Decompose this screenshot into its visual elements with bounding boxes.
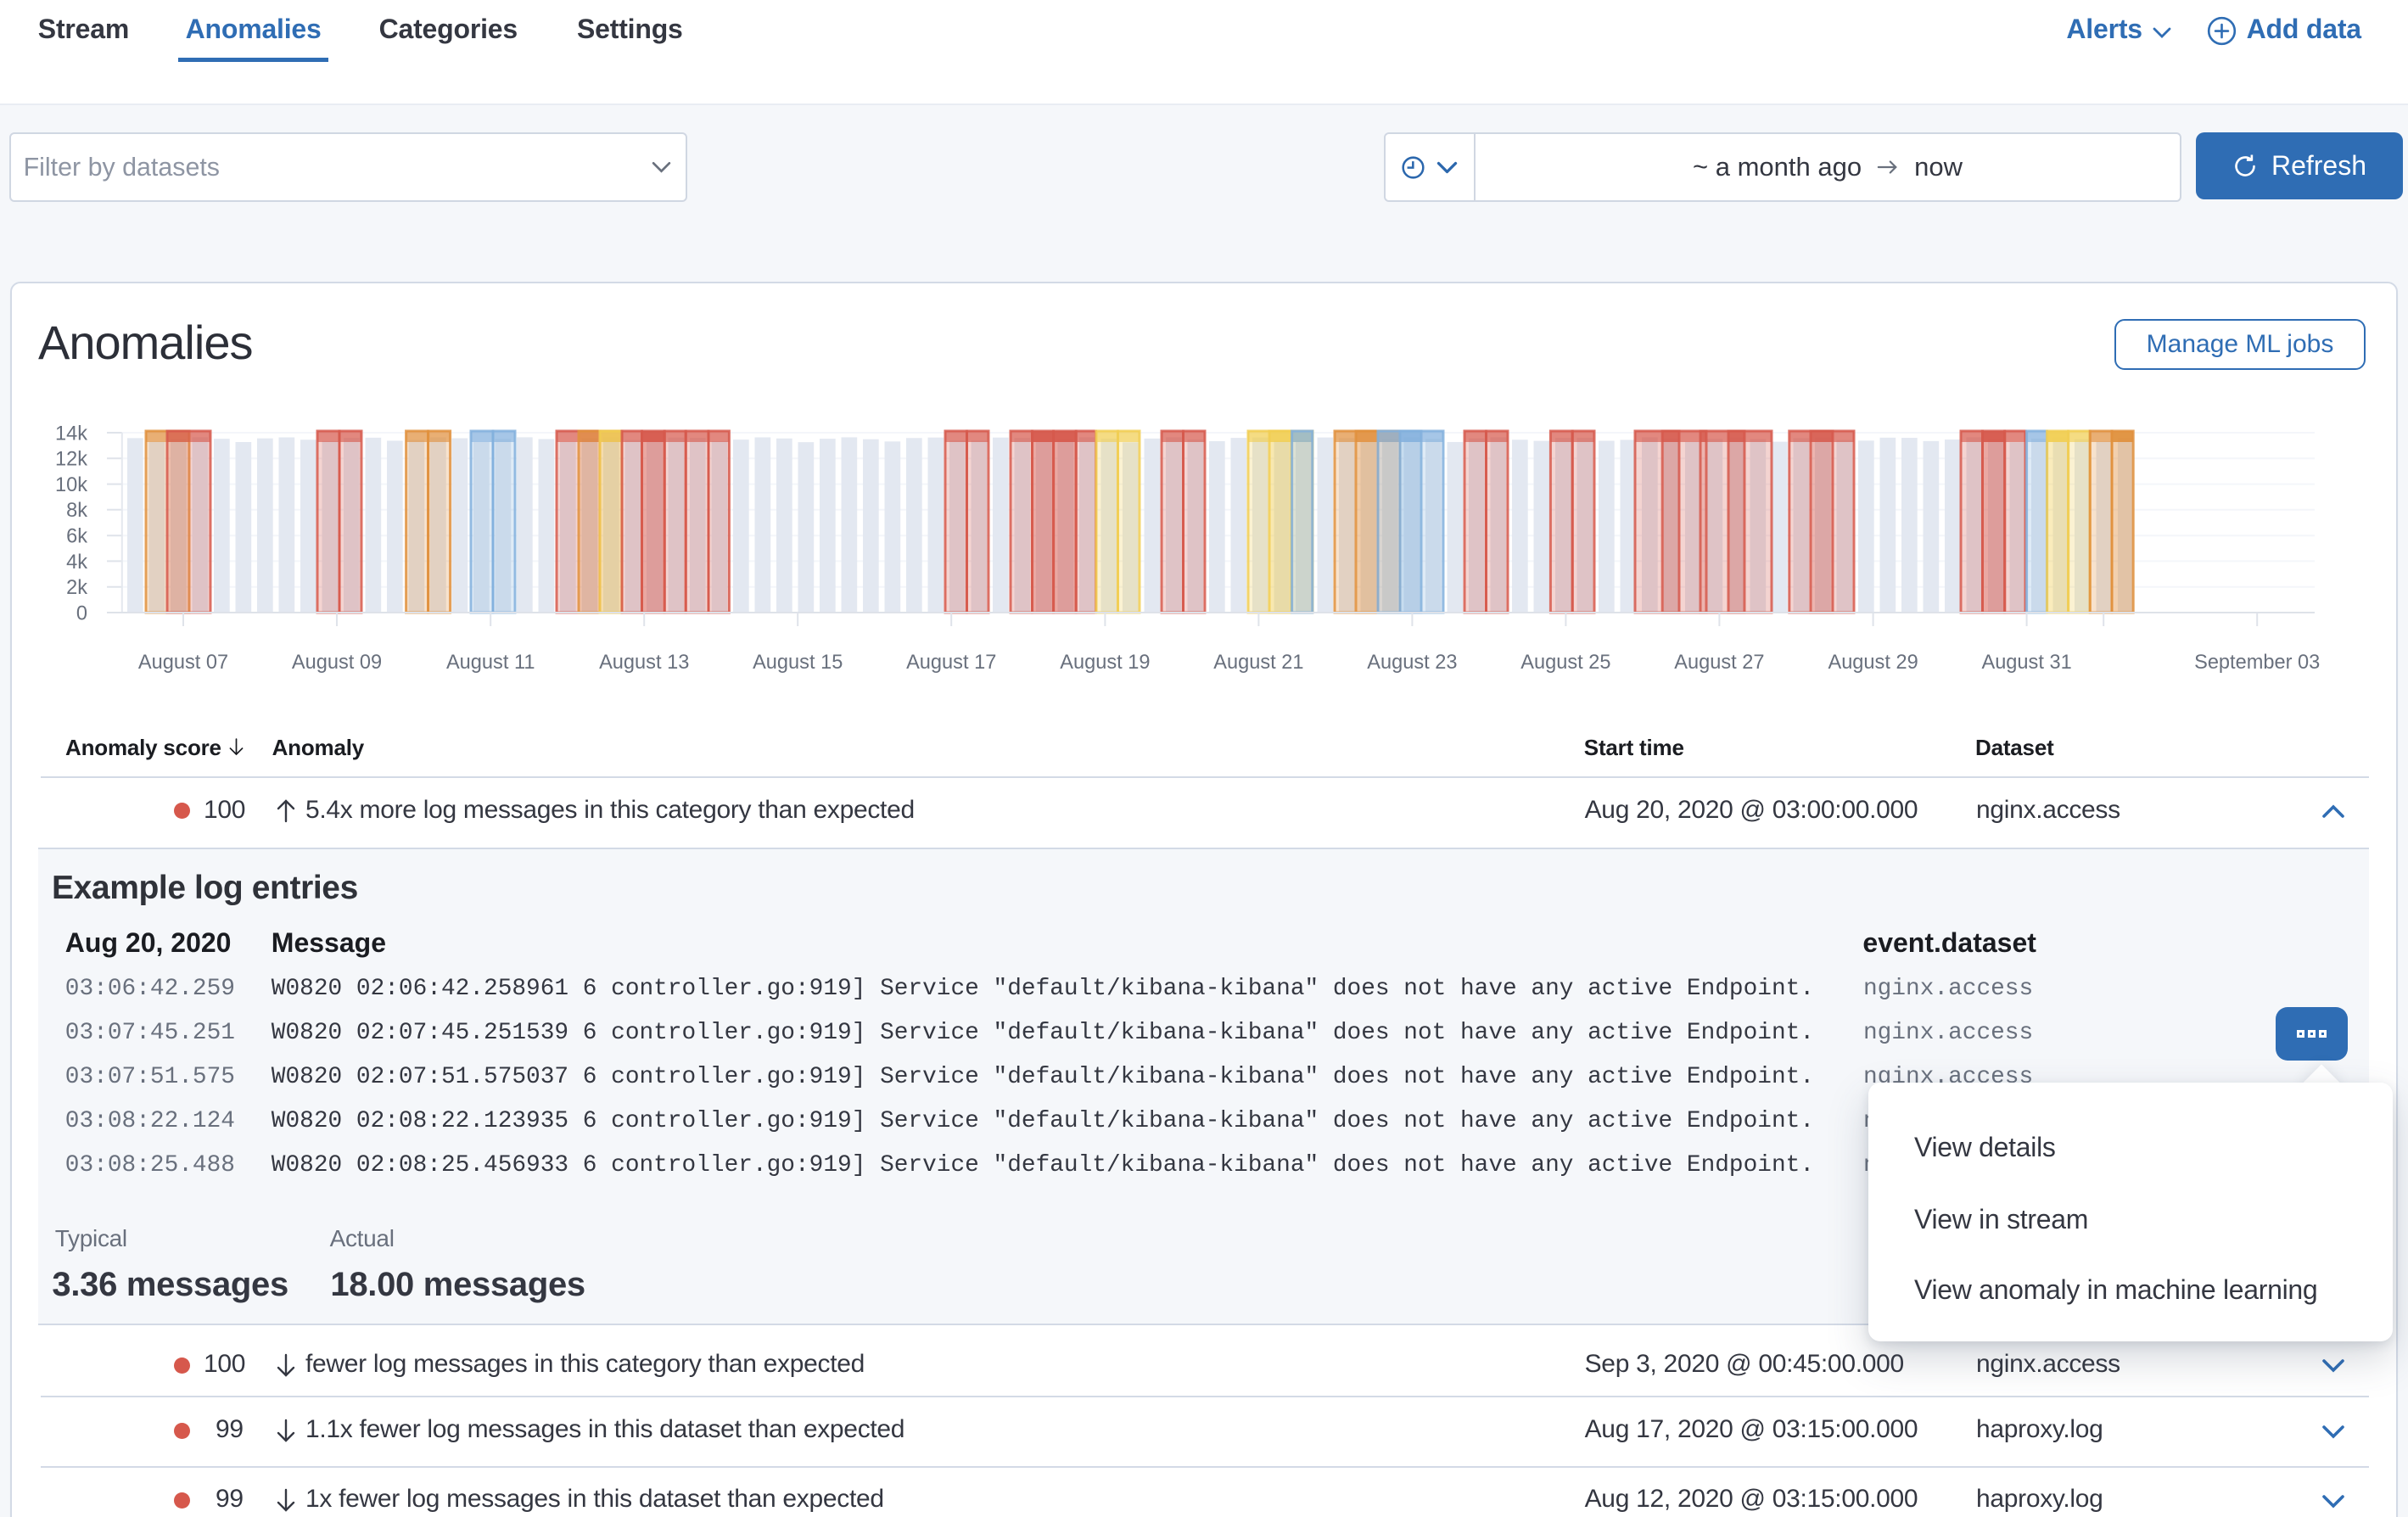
svg-text:August 19: August 19: [1060, 652, 1150, 674]
svg-text:September 03: September 03: [2194, 652, 2320, 674]
svg-text:August 11: August 11: [446, 652, 535, 674]
svg-text:August 15: August 15: [753, 652, 843, 674]
svg-text:8k: 8k: [66, 500, 87, 522]
svg-text:August 09: August 09: [292, 652, 382, 674]
svg-text:August 31: August 31: [1981, 652, 2071, 674]
svg-text:12k: 12k: [55, 449, 87, 471]
svg-text:August 17: August 17: [906, 652, 996, 674]
svg-text:10k: 10k: [55, 474, 87, 496]
svg-text:4k: 4k: [66, 551, 87, 574]
svg-text:August 29: August 29: [1828, 652, 1918, 674]
svg-text:August 21: August 21: [1213, 652, 1303, 674]
svg-text:August 27: August 27: [1674, 652, 1764, 674]
svg-text:August 25: August 25: [1520, 652, 1610, 674]
svg-text:August 23: August 23: [1367, 652, 1457, 674]
svg-text:August 07: August 07: [138, 652, 228, 674]
svg-text:6k: 6k: [66, 526, 87, 548]
svg-text:14k: 14k: [55, 423, 87, 445]
svg-text:2k: 2k: [66, 577, 87, 599]
svg-text:0: 0: [76, 602, 87, 624]
svg-text:August 13: August 13: [599, 652, 689, 674]
